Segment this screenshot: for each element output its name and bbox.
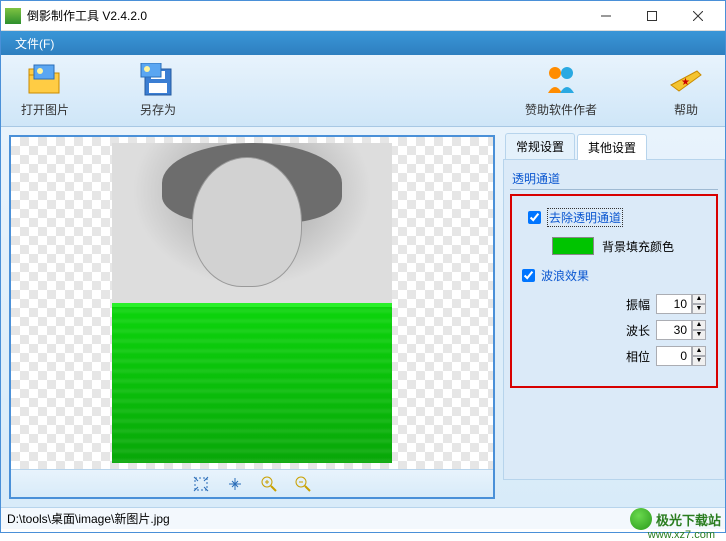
help-button[interactable]: ★ 帮助 <box>667 63 705 118</box>
divider <box>510 189 718 190</box>
tab-general[interactable]: 常规设置 <box>505 133 575 159</box>
remove-alpha-checkbox[interactable] <box>528 211 541 224</box>
open-label: 打开图片 <box>21 101 69 118</box>
maximize-icon <box>647 11 657 21</box>
tab-other[interactable]: 其他设置 <box>577 134 647 160</box>
fill-color-label: 背景填充颜色 <box>602 238 674 255</box>
reflection-image <box>112 303 392 463</box>
close-icon <box>693 11 703 21</box>
wavelength-down[interactable]: ▼ <box>692 330 706 340</box>
preview-canvas[interactable] <box>11 137 493 469</box>
highlight-box: 去除透明通道 背景填充颜色 波浪效果 振幅 ▲▼ <box>510 194 718 388</box>
watermark-url: www.xz7.com <box>648 529 715 541</box>
zoom-out-icon[interactable] <box>295 476 311 492</box>
open-button[interactable]: 打开图片 <box>21 63 69 118</box>
watermark: 极光下载站 www.xz7.com <box>630 508 721 530</box>
help-icon: ★ <box>667 63 705 97</box>
actual-size-icon[interactable] <box>227 476 243 492</box>
tabs: 常规设置 其他设置 <box>503 133 725 160</box>
saveas-label: 另存为 <box>140 101 176 118</box>
status-path: D:\tools\桌面\image\新图片.jpg <box>7 510 170 527</box>
preview-box <box>9 135 495 499</box>
wave-group: 波浪效果 <box>522 267 706 284</box>
amplitude-input[interactable] <box>656 294 692 314</box>
sponsor-button[interactable]: 赞助软件作者 <box>525 63 597 118</box>
help-label: 帮助 <box>674 101 698 118</box>
minimize-button[interactable] <box>583 2 629 30</box>
menubar: 文件(F) <box>1 31 725 55</box>
fit-icon[interactable] <box>193 476 209 492</box>
fill-color-swatch[interactable] <box>552 237 594 255</box>
saveas-button[interactable]: 另存为 <box>139 63 177 118</box>
phase-input[interactable] <box>656 346 692 366</box>
amplitude-label: 振幅 <box>620 296 650 313</box>
zoom-in-icon[interactable] <box>261 476 277 492</box>
original-image <box>112 143 392 303</box>
toolbar: 打开图片 另存为 赞助软件作者 ★ 帮助 <box>1 55 725 127</box>
close-button[interactable] <box>675 2 721 30</box>
watermark-icon <box>630 508 652 530</box>
amplitude-row: 振幅 ▲▼ <box>522 294 706 314</box>
phase-down[interactable]: ▼ <box>692 356 706 366</box>
preview-toolbar <box>11 469 493 497</box>
watermark-text: 极光下载站 <box>656 510 721 529</box>
alpha-group-title: 透明通道 <box>512 170 718 187</box>
app-icon <box>5 8 21 24</box>
phase-up[interactable]: ▲ <box>692 346 706 356</box>
amplitude-up[interactable]: ▲ <box>692 294 706 304</box>
wavelength-label: 波长 <box>620 322 650 339</box>
settings-sidebar: 常规设置 其他设置 透明通道 去除透明通道 背景填充颜色 波浪效果 <box>503 127 725 507</box>
amplitude-down[interactable]: ▼ <box>692 304 706 314</box>
minimize-icon <box>601 11 611 21</box>
window-title: 倒影制作工具 V2.4.2.0 <box>27 7 583 24</box>
people-icon <box>542 63 580 97</box>
workarea: 常规设置 其他设置 透明通道 去除透明通道 背景填充颜色 波浪效果 <box>1 127 725 507</box>
wavelength-row: 波长 ▲▼ <box>522 320 706 340</box>
remove-alpha-label: 去除透明通道 <box>547 208 623 227</box>
preview-pane <box>1 127 503 507</box>
sponsor-label: 赞助软件作者 <box>525 101 597 118</box>
remove-alpha-row: 去除透明通道 <box>528 208 706 227</box>
titlebar: 倒影制作工具 V2.4.2.0 <box>1 1 725 31</box>
wavelength-input[interactable] <box>656 320 692 340</box>
fill-color-row: 背景填充颜色 <box>552 237 706 255</box>
floppy-image-icon <box>139 63 177 97</box>
wave-group-label: 波浪效果 <box>541 267 589 284</box>
statusbar: D:\tools\桌面\image\新图片.jpg <box>1 507 725 529</box>
phase-label: 相位 <box>620 348 650 365</box>
preview-image <box>112 143 392 463</box>
phase-row: 相位 ▲▼ <box>522 346 706 366</box>
menu-file[interactable]: 文件(F) <box>9 33 60 54</box>
window-controls <box>583 2 721 30</box>
wavelength-up[interactable]: ▲ <box>692 320 706 330</box>
folder-image-icon <box>26 63 64 97</box>
maximize-button[interactable] <box>629 2 675 30</box>
wave-checkbox[interactable] <box>522 269 535 282</box>
svg-text:★: ★ <box>681 77 690 88</box>
panel-other: 透明通道 去除透明通道 背景填充颜色 波浪效果 振幅 <box>503 160 725 480</box>
